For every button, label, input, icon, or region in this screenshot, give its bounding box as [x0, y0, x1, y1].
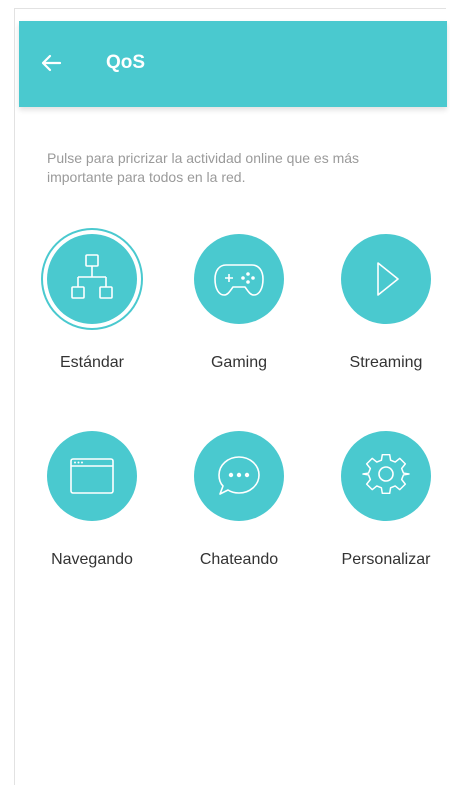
back-button[interactable] — [33, 45, 69, 81]
mode-navegando[interactable]: Navegando — [27, 431, 157, 591]
app-bar: QoS — [19, 21, 447, 107]
page-title: QoS — [106, 52, 146, 73]
network-hierarchy-icon — [71, 254, 113, 299]
mode-streaming[interactable]: Streaming — [321, 234, 450, 394]
mode-navegando-circle[interactable] — [47, 431, 137, 521]
mode-navegando-label: Navegando — [51, 551, 133, 568]
mode-estandar-label: Estándar — [59, 354, 125, 371]
browser-window-icon — [70, 458, 114, 494]
mode-streaming-circle[interactable] — [341, 234, 431, 324]
arrow-left-icon — [41, 54, 62, 72]
mode-personalizar-circle[interactable] — [341, 431, 431, 521]
gamepad-icon — [214, 264, 264, 296]
qos-screen: QoS Pulse para pricrizar la actividad on… — [14, 8, 447, 785]
chat-bubble-icon — [218, 456, 260, 495]
gear-icon — [362, 453, 410, 495]
description-text: Pulse para pricrizar la actividad online… — [47, 150, 360, 185]
mode-gaming-label: Gaming — [210, 354, 268, 371]
mode-chateando[interactable]: Chateando — [174, 431, 304, 591]
mode-personalizar-label: Personalizar — [341, 551, 431, 568]
mode-streaming-label: Streaming — [349, 354, 423, 371]
mode-chateando-label: Chateando — [199, 551, 279, 568]
mode-estandar[interactable]: Estándar — [27, 234, 157, 394]
mode-gaming-circle[interactable] — [194, 234, 284, 324]
mode-gaming[interactable]: Gaming — [174, 234, 304, 394]
mode-estandar-circle[interactable] — [47, 234, 137, 324]
mode-personalizar[interactable]: Personalizar — [321, 431, 450, 591]
play-icon — [377, 262, 399, 296]
mode-chateando-circle[interactable] — [194, 431, 284, 521]
